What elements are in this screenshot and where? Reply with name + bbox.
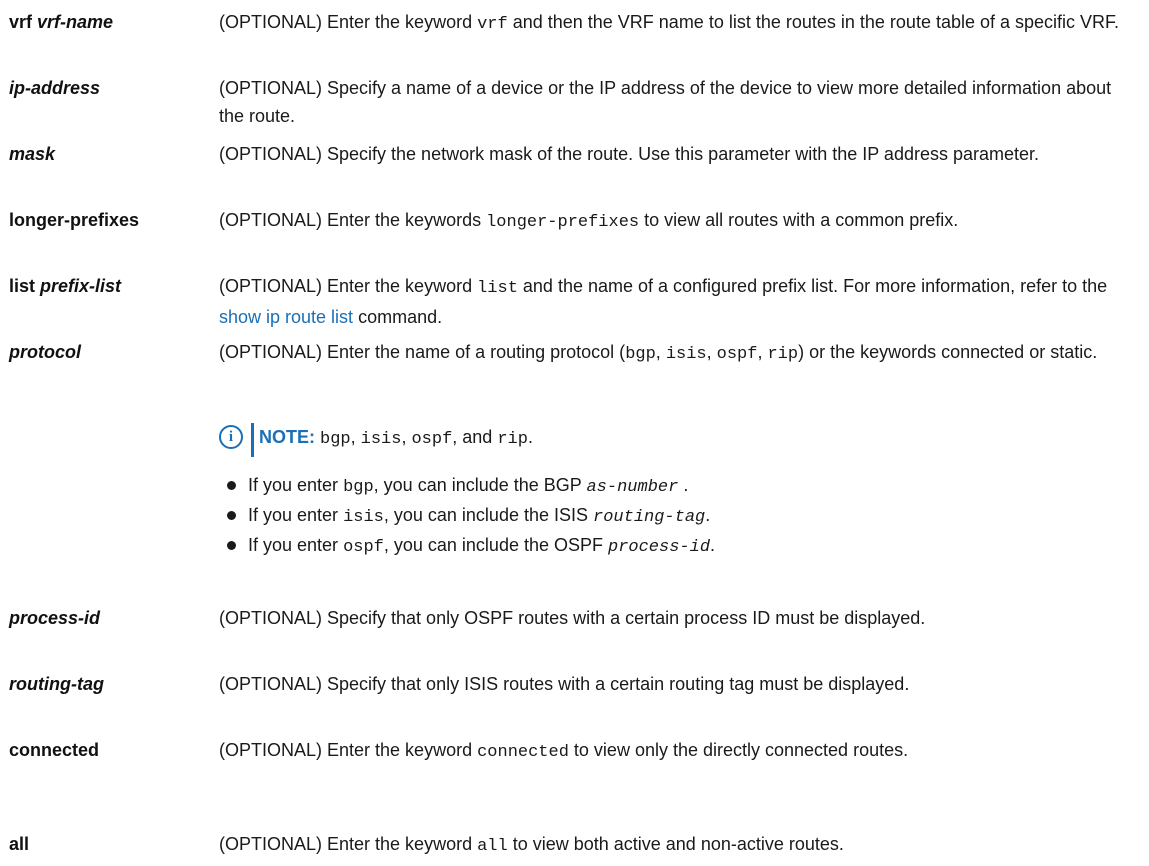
term-keyword: vrf <box>9 12 38 32</box>
term-variable: protocol <box>9 342 81 362</box>
note-label: NOTE: <box>259 427 315 447</box>
param-term: list prefix-list <box>9 272 121 300</box>
param-term: process-id <box>9 604 100 632</box>
term-keyword: list <box>9 276 41 296</box>
term-variable: prefix-list <box>40 276 122 296</box>
info-icon: i <box>219 425 243 449</box>
param-description: (OPTIONAL) Specify the network mask of t… <box>219 144 1040 164</box>
param-description: (OPTIONAL) Enter the keyword list and th… <box>219 276 1108 327</box>
param-description: (OPTIONAL) Enter the keyword connected t… <box>219 740 909 762</box>
bullet-icon <box>227 511 236 520</box>
param-term: mask <box>9 140 55 168</box>
bullet-icon <box>227 541 236 550</box>
param-description: (OPTIONAL) Specify that only OSPF routes… <box>219 608 926 628</box>
param-description: (OPTIONAL) Enter the keywords longer-pre… <box>219 210 959 232</box>
param-term: routing-tag <box>9 670 104 698</box>
term-variable: process-id <box>9 608 101 628</box>
param-term: connected <box>9 740 100 760</box>
term-variable: ip-address <box>9 78 101 98</box>
inline-code: connected <box>477 743 569 762</box>
note-divider <box>251 423 254 457</box>
inline-code: vrf <box>477 15 508 34</box>
term-variable: routing-tag <box>9 674 104 694</box>
param-description: (OPTIONAL) Specify that only ISIS routes… <box>219 674 910 694</box>
inline-code: list <box>477 279 518 298</box>
bullet-icon <box>227 481 236 490</box>
param-term: longer-prefixes <box>9 210 140 230</box>
param-description: (OPTIONAL) Enter the name of a routing p… <box>219 342 1098 364</box>
param-description: (OPTIONAL) Specify a name of a device or… <box>219 78 1112 126</box>
inline-code: longer-prefixes <box>486 213 640 232</box>
param-term: protocol <box>9 338 81 366</box>
term-variable: mask <box>9 144 56 164</box>
param-term: vrf vrf-name <box>9 8 113 36</box>
param-term: all <box>9 834 30 854</box>
note-text: NOTE: bgp, isis, ospf, and rip. <box>259 427 533 449</box>
param-description: (OPTIONAL) Enter the keyword vrf and the… <box>219 12 1120 34</box>
term-variable: vrf-name <box>37 12 114 32</box>
show-ip-route-list-link[interactable]: show ip route list <box>219 307 353 327</box>
param-description: (OPTIONAL) Enter the keyword all to view… <box>219 834 844 856</box>
inline-code: all <box>477 837 508 856</box>
param-term: ip-address <box>9 74 100 102</box>
